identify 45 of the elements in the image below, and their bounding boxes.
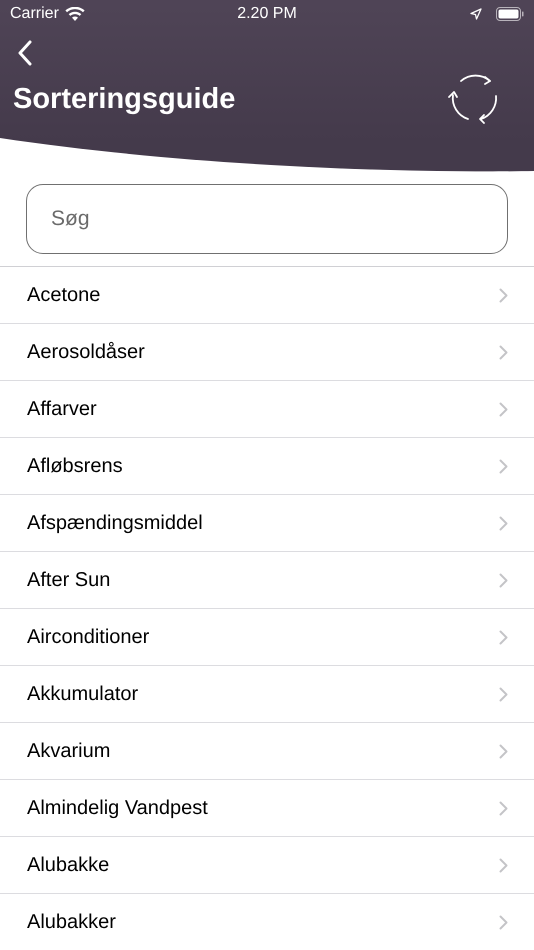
chevron-right-icon: [499, 914, 508, 930]
chevron-right-icon: [499, 288, 508, 302]
item-label: Aerosoldåser: [27, 340, 145, 364]
battery-icon: [496, 7, 524, 21]
item-label: Airconditioner: [27, 626, 150, 648]
item-label: Acetone: [27, 284, 100, 306]
back-chevron-icon: [17, 40, 33, 66]
chevron-right-icon: [499, 402, 508, 416]
list-item[interactable]: Akkumulator: [0, 666, 534, 723]
clock-time: 2.20 PM: [237, 5, 297, 23]
chevron-right-icon: [499, 572, 508, 588]
chevron-right-icon: [499, 458, 508, 474]
chevron-right-icon: [499, 858, 508, 872]
chevron-right-icon: [499, 344, 508, 360]
carrier-label: Carrier: [10, 5, 59, 23]
list-item[interactable]: Akvarium: [0, 723, 534, 780]
list-item[interactable]: After Sun: [0, 552, 534, 609]
chevron-right-icon: [499, 800, 508, 816]
list-item[interactable]: Alubakker: [0, 894, 534, 950]
list-item[interactable]: Afløbsrens: [0, 438, 534, 495]
chevron-right-icon: [499, 744, 508, 758]
item-label: Alubakker: [27, 910, 116, 934]
item-label: Affarver: [27, 398, 97, 420]
back-button[interactable]: [17, 40, 33, 66]
item-label: Afløbsrens: [27, 454, 123, 478]
chevron-right-icon: [499, 630, 508, 644]
page-title: Sorteringsguide: [13, 82, 236, 116]
list-item[interactable]: Affarver: [0, 381, 534, 438]
list-item[interactable]: Airconditioner: [0, 609, 534, 666]
wifi-icon: [64, 6, 85, 22]
item-label: After Sun: [27, 568, 110, 592]
item-label: Afspændingsmiddel: [27, 512, 203, 534]
item-label: Akkumulator: [27, 682, 138, 706]
location-arrow-icon: [470, 8, 482, 20]
item-label: Almindelig Vandpest: [27, 796, 208, 820]
list-item[interactable]: Acetone: [0, 267, 534, 324]
list-item[interactable]: Almindelig Vandpest: [0, 780, 534, 837]
list-item[interactable]: Afspændingsmiddel: [0, 495, 534, 552]
chevron-right-icon: [499, 686, 508, 702]
list-item[interactable]: Alubakke: [0, 837, 534, 894]
item-label: Akvarium: [27, 740, 110, 762]
search-field[interactable]: Søg: [26, 184, 508, 254]
list-item[interactable]: Aerosoldåser: [0, 324, 534, 381]
chevron-right-icon: [499, 516, 508, 530]
item-label: Alubakke: [27, 854, 110, 876]
